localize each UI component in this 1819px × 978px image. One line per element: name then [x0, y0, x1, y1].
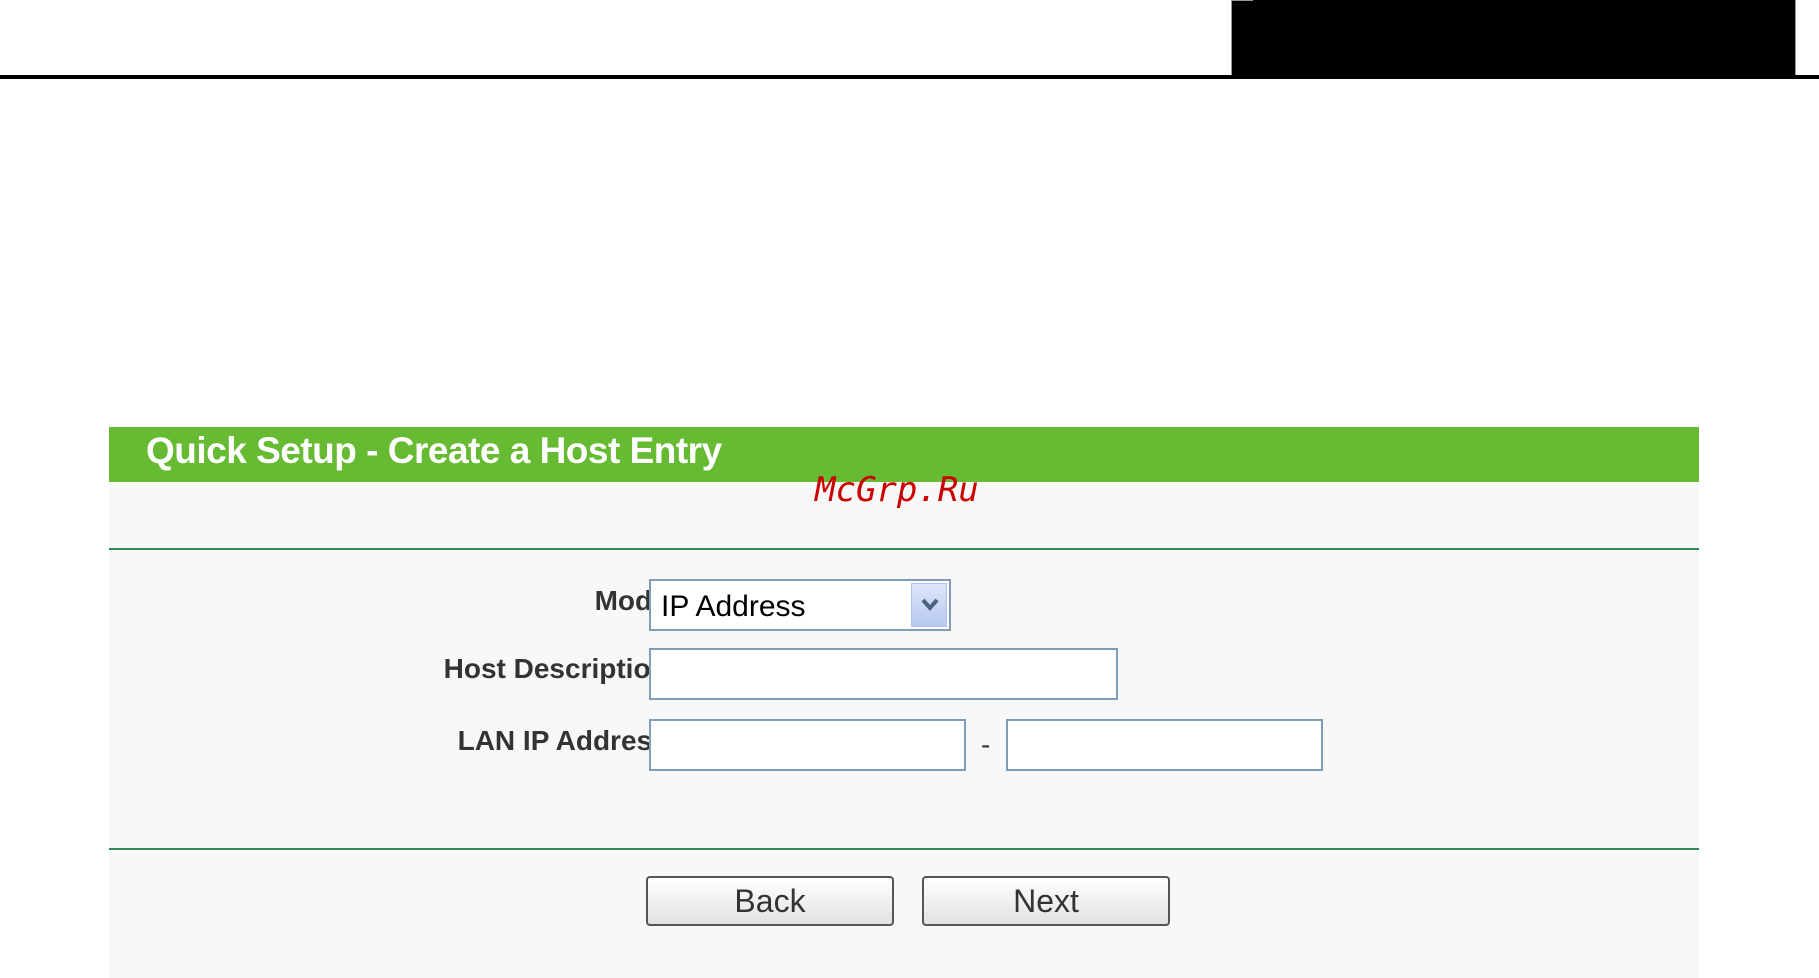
divider	[109, 848, 1699, 850]
lan-ip-start-input[interactable]	[649, 719, 966, 771]
page: Quick Setup - Create a Host Entry McGrp.…	[0, 0, 1819, 978]
back-button[interactable]: Back	[646, 876, 894, 926]
page-title: Quick Setup - Create a Host Entry	[146, 430, 722, 471]
mode-select-value: IP Address	[661, 590, 806, 623]
divider	[109, 548, 1699, 550]
mode-select[interactable]: IP Address	[649, 579, 951, 631]
ip-range-separator: -	[981, 729, 991, 760]
quick-setup-panel: Quick Setup - Create a Host Entry McGrp.…	[109, 427, 1699, 978]
header-rule	[0, 75, 1819, 79]
header-black-block	[1231, 0, 1795, 76]
lan-ip-end-input[interactable]	[1006, 719, 1323, 771]
lan-ip-label: LAN IP Address:	[457, 725, 677, 756]
watermark: McGrp.Ru	[815, 470, 979, 510]
dropdown-button[interactable]	[911, 583, 947, 627]
header-block-edge	[1231, 0, 1253, 76]
next-button[interactable]: Next	[922, 876, 1170, 926]
chevron-down-icon	[921, 598, 939, 612]
host-description-label: Host Description:	[443, 653, 677, 684]
header-block-edge	[1795, 0, 1819, 76]
host-description-input[interactable]	[649, 648, 1118, 700]
